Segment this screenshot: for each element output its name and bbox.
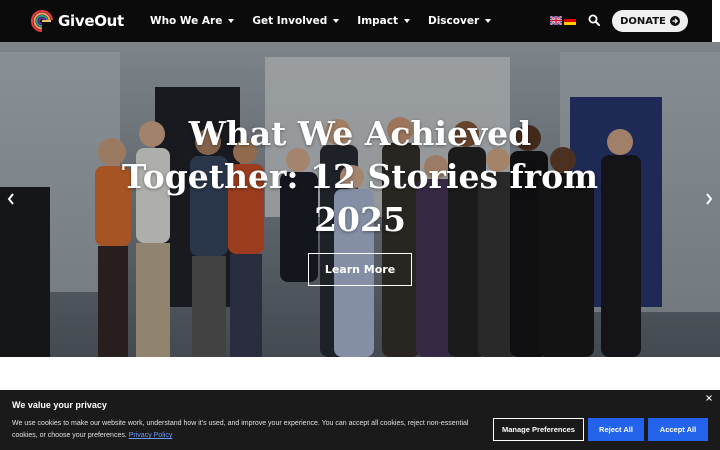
reject-all-button[interactable]: Reject All: [588, 418, 644, 441]
nav-impact[interactable]: Impact: [357, 15, 410, 27]
cookie-description: We use cookies to make our website work,…: [12, 420, 469, 439]
caret-down-icon: [485, 19, 492, 23]
search-icon[interactable]: [588, 14, 600, 26]
learn-more-button[interactable]: Learn More: [308, 253, 412, 286]
scrollbar-edge: [712, 0, 720, 42]
main-nav: Who We Are Get Involved Impact Discover: [150, 0, 509, 42]
nav-label: Get Involved: [252, 15, 328, 27]
chevron-left-icon[interactable]: [6, 192, 16, 206]
caret-down-icon: [403, 19, 410, 23]
caret-down-icon: [228, 19, 235, 23]
giveout-logo[interactable]: GiveOut: [30, 9, 124, 33]
donate-label: DONATE: [620, 15, 666, 27]
manage-preferences-button[interactable]: Manage Preferences: [493, 418, 584, 441]
chevron-right-icon[interactable]: [704, 192, 714, 206]
nav-label: Who We Are: [150, 15, 223, 27]
site-header: GiveOut Who We Are Get Involved Impact D…: [0, 0, 720, 42]
close-icon[interactable]: [705, 394, 713, 402]
donate-button[interactable]: DONATE: [612, 10, 688, 32]
nav-label: Discover: [427, 15, 480, 27]
nav-who-we-are[interactable]: Who We Are: [150, 15, 235, 27]
nav-get-involved[interactable]: Get Involved: [252, 15, 340, 27]
caret-down-icon: [333, 19, 340, 23]
arrow-circle-right-icon: [669, 16, 680, 26]
language-switcher: [550, 16, 578, 25]
accept-all-button[interactable]: Accept All: [648, 418, 708, 441]
logo-text: GiveOut: [58, 12, 124, 30]
nav-discover[interactable]: Discover: [427, 15, 492, 27]
giveout-logo-mark-icon: [30, 9, 54, 33]
privacy-policy-link[interactable]: Privacy Policy: [129, 432, 173, 439]
cookie-title: We value your privacy: [12, 400, 107, 410]
hero-slider: What We Achieved Together: 12 Stories fr…: [0, 42, 720, 357]
nav-label: Impact: [357, 15, 398, 27]
uk-flag-icon[interactable]: [550, 16, 562, 25]
cookie-text: We use cookies to make our website work,…: [12, 418, 488, 442]
germany-flag-icon[interactable]: [564, 16, 576, 25]
hero-title: What We Achieved Together: 12 Stories fr…: [121, 114, 599, 239]
